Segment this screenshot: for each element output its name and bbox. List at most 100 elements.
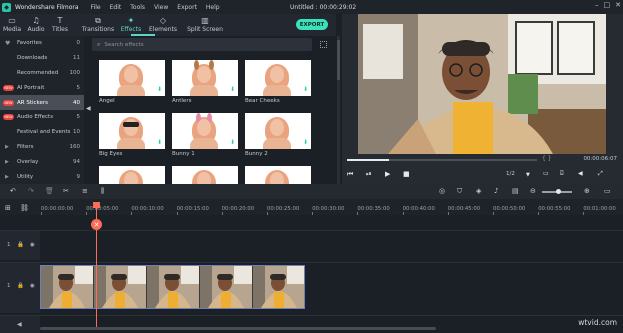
tab-elements[interactable]: ◇ Elements [145,14,181,36]
category-overlay[interactable]: ▶ Overlay 94 [0,154,84,169]
marker-icon[interactable]: ⛉ [457,187,462,196]
face-shape [124,172,138,184]
ruler-tick-label: 00:00:20:00 [221,206,255,212]
mask-icon[interactable]: ◈ [476,187,481,195]
video-clip[interactable]: Video [40,265,305,309]
export-button[interactable]: EXPORT [296,19,328,30]
download-icon[interactable]: ⬇ [303,87,308,93]
track-header: 1 🔒 ◉ [0,231,40,260]
download-icon[interactable]: ⬇ [230,87,235,93]
play-reverse-icon[interactable]: ⏯ [366,170,372,179]
tab-media[interactable]: ▭ Media [0,14,24,36]
stop-icon[interactable]: ■ [403,170,410,178]
tab-label: Elements [149,26,177,33]
zoom-slider-handle[interactable] [556,189,561,194]
effect-thumbnail: ⬇ [172,113,238,149]
menu-help[interactable]: Help [206,4,220,11]
fullscreen-icon[interactable]: ⤢ [598,170,603,178]
download-icon[interactable]: ⬇ [230,140,235,146]
previous-frame-icon[interactable]: ⏮ [347,170,353,179]
grid-view-icon[interactable] [320,41,327,48]
category-ar-stickers[interactable]: NEW AR Stickers 40 [0,95,84,110]
menu-file[interactable]: File [91,4,101,11]
category-audio-effects[interactable]: NEW Audio Effects 5 [0,110,84,125]
ruler-tick-mark [402,212,404,215]
volume-icon[interactable]: ◀ [578,170,583,177]
filmora-app: ◆ Wondershare Filmora File Edit Tools Vi… [0,0,623,333]
playback-quality-select[interactable]: 1/2 [506,171,515,177]
tab-audio[interactable]: ♫ Audio [24,14,48,36]
lock-icon[interactable]: 🔒 [17,283,24,289]
search-effects-input[interactable]: ⌕ Search effects [92,38,312,51]
tab-split-screen[interactable]: ▥ Split Screen [185,14,225,36]
category-label: Favorites [17,40,42,47]
redo-icon[interactable]: ↷ [28,187,34,195]
audio-mixer-icon[interactable]: ▤ [512,187,519,195]
effect-card-antlers[interactable]: ⬇ Antlers [172,60,238,105]
effect-card-partial-3[interactable] [245,166,311,184]
preview-scrubber[interactable] [347,159,537,161]
split-marker-icon[interactable]: ✕ [91,219,102,230]
delete-icon[interactable]: 🗑 [45,187,54,195]
tab-effects[interactable]: ✦ Effects [119,14,143,36]
menu-view[interactable]: View [154,4,168,11]
close-icon[interactable]: ✕ [615,1,621,9]
zoom-out-icon[interactable]: ⊖ [530,187,536,195]
timeline-scrollbar[interactable] [40,327,436,330]
category-downloads[interactable]: Downloads 11 [0,51,84,66]
audio-wave-icon[interactable]: ⫼ [101,187,104,196]
microphone-icon[interactable]: ♪ [494,187,498,195]
display-icon[interactable]: ▭ [543,170,549,177]
speaker-icon[interactable]: ◀ [17,321,22,328]
undo-icon[interactable]: ↶ [10,187,16,195]
eye-icon[interactable]: ◉ [30,283,35,289]
category-count: 0 [76,40,81,47]
effect-card-bunny-2[interactable]: ⬇ Bunny 2 [245,113,311,158]
minimize-icon[interactable]: – [595,1,599,9]
eye-icon[interactable]: ◉ [30,242,35,248]
effects-scrollbar[interactable] [337,36,340,184]
category-favorites[interactable]: ♥ Favorites 0 [0,36,84,51]
ruler-tick-mark [41,212,42,215]
download-icon[interactable]: ⬇ [157,140,162,146]
play-icon[interactable]: ▶ [385,170,390,178]
effect-thumbnail [245,166,311,184]
effect-card-bear-cheeks[interactable]: ⬇ Bear Cheeks [245,60,311,105]
mark-in-out-icons[interactable]: { } [542,155,552,162]
menu-tools[interactable]: Tools [130,4,145,11]
add-track-icon[interactable]: ⊞ [5,204,11,212]
zoom-in-icon[interactable]: ⊕ [584,187,590,195]
category-ai-portrait[interactable]: NEW AI Portrait 5 [0,80,84,95]
maximize-icon[interactable]: □ [604,1,611,9]
collapse-panel-arrow-icon[interactable]: ◀ [86,105,91,113]
category-filters[interactable]: ▶ Filters 160 [0,140,84,155]
download-icon[interactable]: ⬇ [157,87,162,93]
menu-export[interactable]: Export [177,4,197,11]
effect-card-partial-2[interactable] [172,166,238,184]
effect-card-angel[interactable]: ⬇ Angel [99,60,165,105]
cut-icon[interactable]: ✂ [63,187,69,195]
menu-edit[interactable]: Edit [110,4,122,11]
effects-grid-panel: ⌕ Search effects ⬇ Angel ⬇ Antlers ⬇ Bea… [92,36,336,184]
antler-right-shape [209,60,214,70]
render-icon[interactable]: ◎ [439,187,445,195]
adjust-icon[interactable]: ≡ [82,187,88,195]
category-festival-and-events[interactable]: Festival and Events 10 [0,125,84,140]
scrollbar-thumb[interactable] [337,40,340,80]
download-icon[interactable]: ⬇ [303,140,308,146]
effect-card-bunny-1[interactable]: ⬇ Bunny 1 [172,113,238,158]
link-icon[interactable]: ⛓ [20,204,29,212]
tab-titles[interactable]: T Titles [48,14,72,36]
effect-card-partial-1[interactable] [99,166,165,184]
tab-transitions[interactable]: ⧉ Transitions [80,14,116,36]
category-recommended[interactable]: Recommended 100 [0,66,84,81]
effect-label: Angel [99,98,115,104]
chevron-down-icon[interactable]: ▼ [526,172,530,178]
shoulder-shape [190,85,218,96]
lock-icon[interactable]: 🔒 [17,242,24,248]
effect-card-big-eyes[interactable]: ⬇ Big Eyes [99,113,165,158]
shoulder-shape [263,138,291,149]
fit-icon[interactable]: ▭ [604,187,611,195]
camera-icon[interactable]: ⌼ [560,170,564,178]
category-utility[interactable]: ▶ Utility 9 [0,169,84,184]
